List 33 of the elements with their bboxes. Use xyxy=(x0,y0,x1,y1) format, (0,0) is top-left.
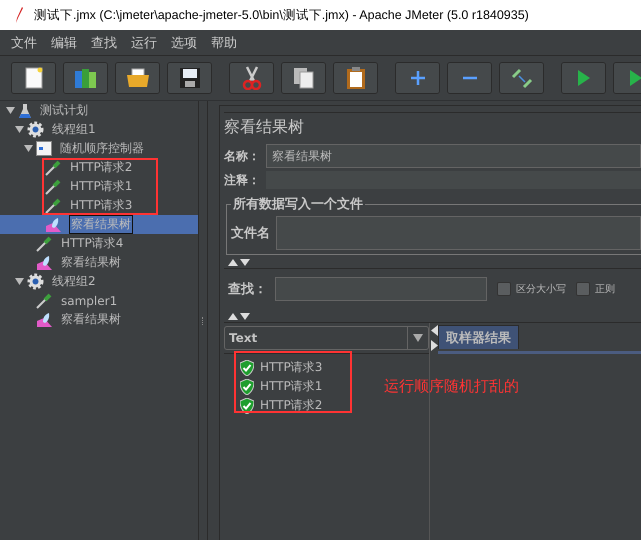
result-item[interactable]: HTTP请求3 xyxy=(224,358,322,377)
name-field[interactable]: 察看结果树 xyxy=(266,144,641,168)
checkbox-label: 正则 xyxy=(595,283,615,296)
renderer-dropdown[interactable]: Text xyxy=(224,326,429,350)
tab[interactable]: 取样器结果 xyxy=(438,325,519,349)
tree-item[interactable]: 测试计划 xyxy=(0,101,198,120)
menu-item[interactable]: 文件 xyxy=(11,34,37,52)
tree-item[interactable]: HTTP请求2 xyxy=(0,158,198,177)
menu-item[interactable]: 编辑 xyxy=(51,34,77,52)
result-item[interactable]: HTTP请求2 xyxy=(224,396,322,415)
tree-item[interactable]: 线程组1 xyxy=(0,120,198,139)
field-label: 注释： xyxy=(224,172,260,188)
menu-item[interactable]: 运行 xyxy=(131,34,157,52)
tree-item[interactable]: HTTP请求4 xyxy=(0,234,198,253)
panel-title: 察看结果树 xyxy=(224,112,641,141)
checkbox-label: 区分大小写 xyxy=(516,282,566,296)
field-label: 名称： xyxy=(224,148,260,164)
menu-item[interactable]: 选项 xyxy=(171,34,197,52)
tree-item[interactable]: 线程组2 xyxy=(0,272,198,291)
window-title: 测试下.jmx (C:\jmeter\apache-jmeter-5.0\bin\测试下.jmx) - Apache JMeter (5.0 r1840935) xyxy=(34,6,529,24)
menu-item[interactable]: 查找 xyxy=(91,34,117,52)
result-item[interactable]: HTTP请求1 xyxy=(224,377,322,396)
group-title: 所有数据写入一个文件 xyxy=(232,196,364,213)
tree-item[interactable]: 随机顺序控制器 xyxy=(0,139,198,158)
tree-item[interactable]: sampler1 xyxy=(0,291,198,310)
menu-item[interactable]: 帮助 xyxy=(211,34,237,52)
field-label: 文件名 xyxy=(231,224,270,242)
tree-item[interactable]: HTTP请求1 xyxy=(0,177,198,196)
annotation-text: 运行顺序随机打乱的 xyxy=(384,377,519,396)
field-label: 查找： xyxy=(228,281,267,298)
tree-item[interactable]: HTTP请求3 xyxy=(0,196,198,215)
tree-item[interactable]: 察看结果树 xyxy=(0,310,198,329)
tree-item[interactable]: 察看结果树 xyxy=(0,253,198,272)
